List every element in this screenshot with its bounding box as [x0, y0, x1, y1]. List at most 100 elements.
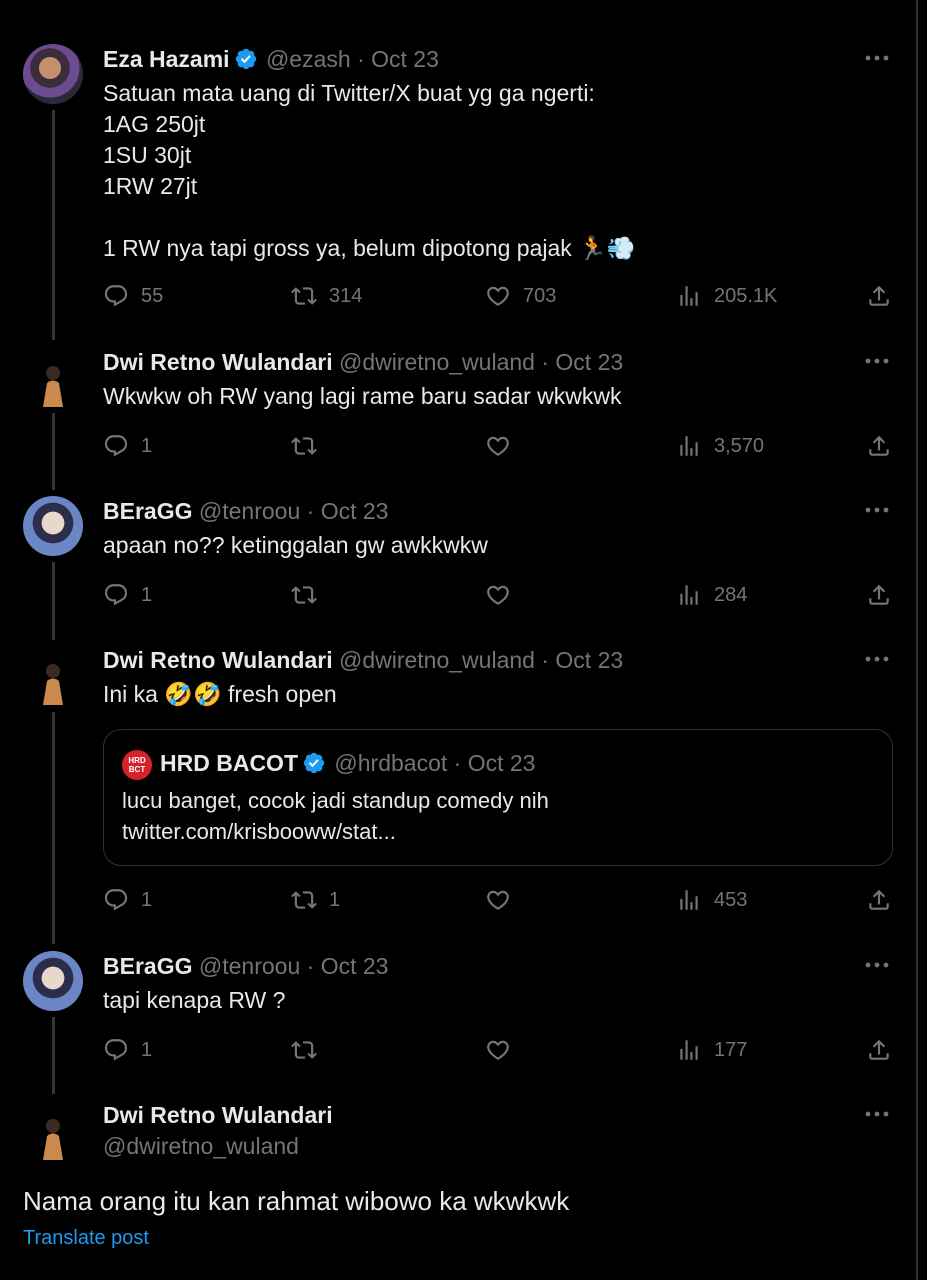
author-handle[interactable]: @tenroou	[199, 498, 300, 524]
heart-icon	[485, 283, 511, 309]
like-button[interactable]	[485, 429, 523, 463]
reply-icon	[103, 582, 129, 608]
tweet-text: Wkwkw oh RW yang lagi rame baru sadar wk…	[103, 383, 622, 409]
author-name[interactable]: BEraGG	[103, 498, 192, 524]
reply-button[interactable]: 1	[103, 578, 152, 612]
retweet-count: 314	[329, 284, 363, 307]
retweet-button[interactable]	[291, 1033, 329, 1067]
retweet-icon	[291, 283, 317, 309]
tweet-text: apaan no?? ketinggalan gw awkkwkw	[103, 532, 488, 558]
more-options-icon[interactable]	[862, 1102, 892, 1126]
avatar[interactable]	[23, 496, 83, 556]
retweet-button[interactable]	[291, 429, 329, 463]
reply-button[interactable]: 55	[103, 279, 163, 313]
share-button[interactable]	[866, 1033, 892, 1067]
share-icon	[866, 433, 892, 459]
more-options-icon[interactable]	[862, 349, 892, 373]
view-count: 3,570	[714, 434, 765, 457]
retweet-button[interactable]: 314	[291, 279, 362, 313]
action-bar: 1 177	[103, 1033, 893, 1067]
view-count: 453	[714, 888, 748, 911]
thread-line	[52, 562, 55, 640]
separator: ·	[453, 750, 462, 776]
avatar[interactable]	[23, 651, 83, 711]
retweet-icon	[291, 582, 317, 608]
more-options-icon[interactable]	[862, 498, 892, 522]
share-button[interactable]	[866, 429, 892, 463]
retweet-button[interactable]: 1	[291, 883, 340, 917]
author-handle[interactable]: @tenroou	[199, 953, 300, 979]
heart-icon	[485, 433, 511, 459]
avatar[interactable]	[23, 353, 83, 413]
reply-button[interactable]: 1	[103, 1033, 152, 1067]
reply-icon	[103, 283, 129, 309]
separator: ·	[541, 647, 550, 673]
heart-icon	[485, 887, 511, 913]
author-handle[interactable]: @ezash	[266, 46, 351, 72]
like-button[interactable]: 703	[485, 279, 556, 313]
author-name[interactable]: Eza Hazami	[103, 46, 230, 72]
views-button[interactable]: 453	[676, 883, 747, 917]
thread-line	[52, 1017, 55, 1094]
reply-count: 1	[141, 434, 153, 457]
separator: ·	[306, 953, 315, 979]
avatar[interactable]	[23, 951, 83, 1011]
heart-icon	[485, 582, 511, 608]
views-button[interactable]: 284	[676, 578, 747, 612]
like-count: 703	[523, 284, 557, 307]
translate-post-link[interactable]: Translate post	[23, 1225, 149, 1251]
reply-button[interactable]: 1	[103, 883, 152, 917]
view-count: 177	[714, 1038, 748, 1061]
reply-count: 1	[141, 583, 153, 606]
reply-button[interactable]: 1	[103, 429, 152, 463]
retweet-button[interactable]	[291, 578, 329, 612]
like-button[interactable]	[485, 578, 523, 612]
reply-icon	[103, 1037, 129, 1063]
quoted-author-name: HRD BACOT	[160, 750, 298, 776]
retweet-icon	[291, 1037, 317, 1063]
views-button[interactable]: 205.1K	[676, 279, 777, 313]
verified-badge-icon	[302, 751, 326, 775]
reply-count: 1	[141, 1038, 153, 1061]
share-icon	[866, 1037, 892, 1063]
author-name[interactable]: Dwi Retno Wulandari	[103, 647, 333, 673]
share-button[interactable]	[866, 883, 892, 917]
avatar[interactable]	[23, 44, 83, 104]
tweet-date[interactable]: Oct 23	[371, 46, 439, 72]
author-handle[interactable]: @dwiretno_wuland	[339, 647, 535, 673]
author-name[interactable]: Dwi Retno Wulandari	[103, 349, 333, 375]
author-name[interactable]: Dwi Retno Wulandari	[103, 1100, 333, 1131]
views-icon	[676, 433, 702, 459]
share-icon	[866, 887, 892, 913]
share-icon	[866, 283, 892, 309]
retweet-icon	[291, 433, 317, 459]
share-button[interactable]	[866, 279, 892, 313]
share-icon	[866, 582, 892, 608]
tweet-date[interactable]: Oct 23	[321, 498, 389, 524]
views-button[interactable]: 177	[676, 1033, 747, 1067]
quoted-avatar[interactable]: HRD BCT	[122, 750, 152, 780]
like-button[interactable]	[485, 883, 523, 917]
author-handle[interactable]: @dwiretno_wuland	[103, 1131, 333, 1162]
author-name[interactable]: BEraGG	[103, 953, 192, 979]
views-icon	[676, 887, 702, 913]
reply-icon	[103, 887, 129, 913]
quoted-link[interactable]: twitter.com/krisbooww/stat...	[122, 816, 549, 847]
tweet-date[interactable]: Oct 23	[555, 647, 623, 673]
column-divider	[916, 0, 918, 1280]
views-button[interactable]: 3,570	[676, 429, 764, 463]
like-button[interactable]	[485, 1033, 523, 1067]
more-options-icon[interactable]	[862, 46, 892, 70]
action-bar: 1 284	[103, 578, 893, 612]
share-button[interactable]	[866, 578, 892, 612]
tweet-date[interactable]: Oct 23	[321, 953, 389, 979]
quoted-author-handle: @hrdbacot	[334, 750, 448, 776]
avatar[interactable]	[23, 1106, 83, 1166]
quoted-tweet[interactable]: HRD BCT HRD BACOT @hrdbacot · Oct 23 luc…	[103, 729, 893, 866]
more-options-icon[interactable]	[862, 647, 892, 671]
thread-line	[52, 110, 55, 340]
tweet-date[interactable]: Oct 23	[555, 349, 623, 375]
views-icon	[676, 582, 702, 608]
author-handle[interactable]: @dwiretno_wuland	[339, 349, 535, 375]
more-options-icon[interactable]	[862, 953, 892, 977]
